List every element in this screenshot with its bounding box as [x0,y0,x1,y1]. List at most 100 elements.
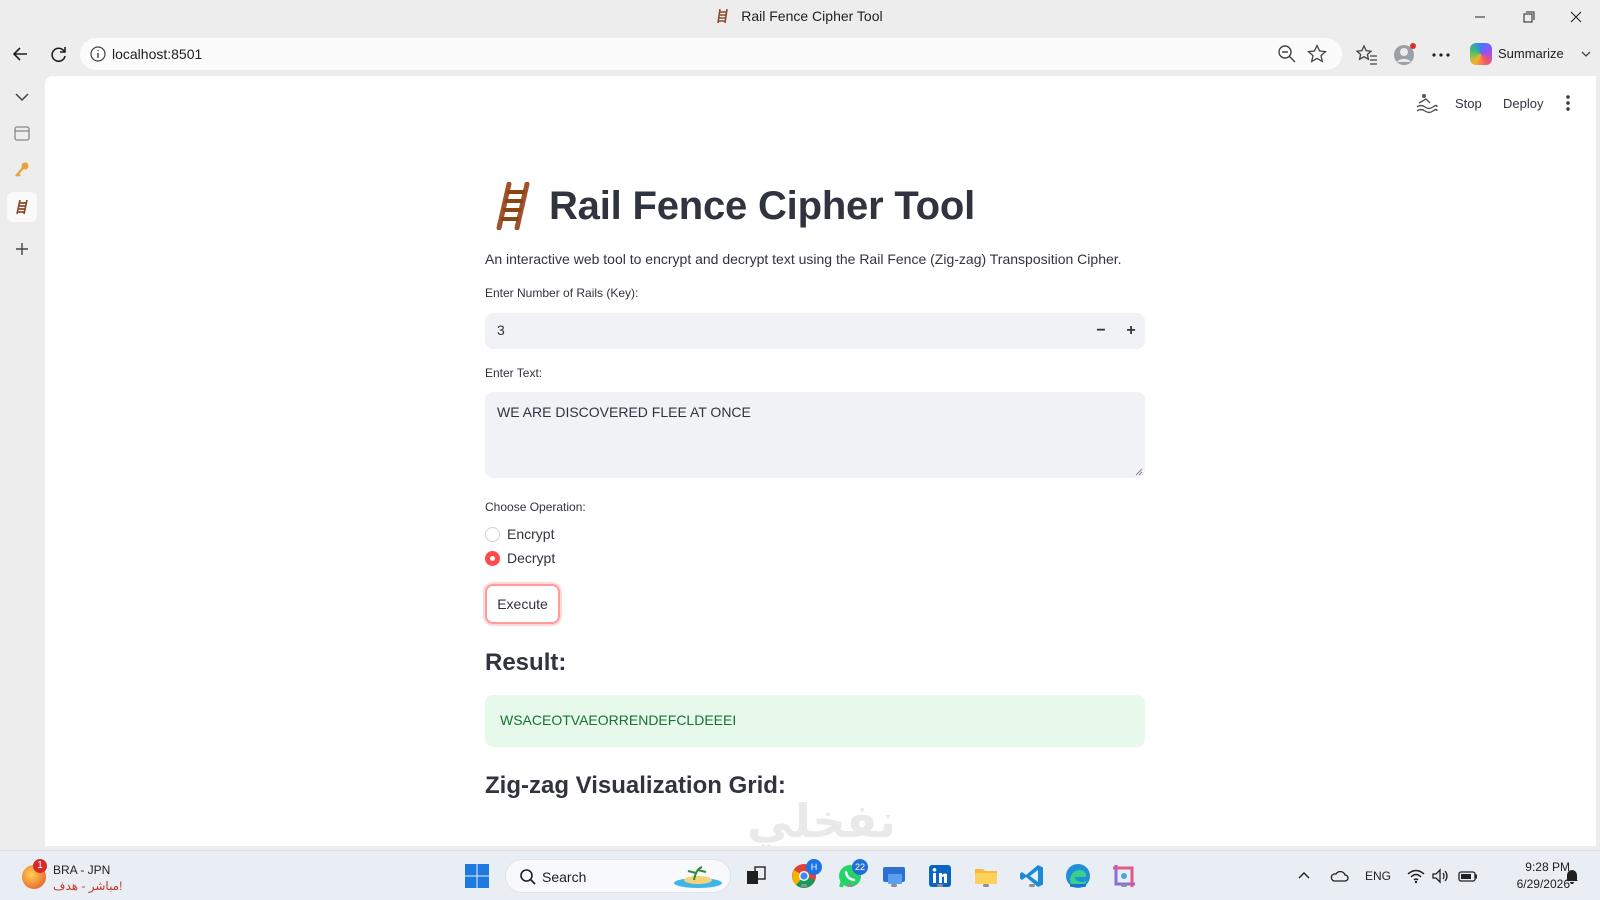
sidebar-collapse-button[interactable] [7,82,37,112]
key-icon [15,162,29,177]
info-icon[interactable] [88,44,108,64]
rails-input[interactable] [497,322,997,338]
streamlit-page: Stop Deploy Rail Fence Cipher Tool An in… [45,76,1596,846]
browser-toolbar: localhost:8501 Summarize [0,36,1600,72]
stop-button[interactable]: Stop [1455,96,1482,111]
active-indicator [1070,884,1086,887]
result-heading: Result: [485,649,567,676]
more-options-icon[interactable] [1428,42,1454,68]
summarize-button[interactable]: Summarize [1464,40,1596,68]
increment-button[interactable]: + [1119,319,1143,343]
news-subtitle: مباشر - هدف! [53,879,123,893]
radio-label[interactable]: Decrypt [507,550,555,566]
linkedin-app[interactable] [926,862,954,890]
page-description: An interactive web tool to encrypt and d… [485,251,1122,267]
volume-icon[interactable] [1430,866,1450,886]
minimize-button[interactable] [1467,6,1493,28]
chevron-up-icon[interactable] [1294,866,1314,886]
execute-button[interactable]: Execute [485,584,560,624]
whatsapp-unread-badge: 22 [851,859,868,875]
refresh-button[interactable] [45,40,73,68]
page-title: Rail Fence Cipher Tool [485,182,1145,232]
window-title: Rail Fence Cipher Tool [741,8,883,24]
main-menu-icon[interactable] [1557,92,1579,114]
running-indicator [983,884,989,887]
task-view-button[interactable] [742,862,770,890]
clock-time[interactable]: 9:28 PM [1500,860,1570,874]
copilot-icon [1470,43,1492,65]
taskbar: 1 BRA - JPN مباشر - هدف! Search H 22 ENG… [0,850,1600,900]
ladder-icon [496,182,530,230]
rails-label: Enter Number of Rails (Key): [485,286,639,300]
language-indicator[interactable]: ENG [1365,869,1391,883]
edge-app[interactable] [1064,862,1092,890]
radio-circle-selected[interactable] [485,551,500,566]
news-widget[interactable]: 1 BRA - JPN مباشر - هدف! [20,859,160,893]
task-view-icon [747,866,766,884]
news-title: BRA - JPN [53,863,111,877]
vscode-app[interactable] [1018,862,1046,890]
news-badge: 1 [33,859,47,873]
text-label: Enter Text: [485,366,543,380]
running-indicator [937,884,943,887]
running-indicator [1121,884,1127,887]
sidebar-item-key[interactable] [7,155,37,185]
sidebar-item-rail-fence[interactable] [7,192,37,222]
wifi-icon[interactable] [1406,866,1426,886]
watermark: نفخلي [747,794,896,846]
restore-button[interactable] [1515,6,1541,28]
snipping-tool-app[interactable] [1110,862,1138,890]
close-button[interactable] [1563,6,1589,28]
chevron-down-icon[interactable] [1578,46,1594,62]
remote-desktop-app[interactable] [880,862,908,890]
rails-number-input: − + [485,313,1145,349]
favorites-icon[interactable] [1354,42,1380,68]
text-area-container: WE ARE DISCOVERED FLEE AT ONCE [485,392,1145,478]
running-indicator [891,884,897,887]
ladder-icon [16,199,28,215]
calendar-icon [14,126,30,141]
running-indicator [801,884,807,887]
sidebar-add-button[interactable] [7,234,37,264]
clock-date[interactable]: 6/29/2026 [1496,877,1570,891]
notification-bell-icon[interactable] [1562,866,1582,886]
page-title-text: Rail Fence Cipher Tool [549,184,976,228]
chrome-app[interactable]: H [790,859,822,890]
favorite-star-icon[interactable] [1306,43,1328,65]
resize-grip-icon[interactable] [1133,466,1143,476]
file-explorer-app[interactable] [972,862,1000,890]
plus-icon [16,243,28,255]
ladder-icon [717,9,729,23]
back-button[interactable] [7,40,35,68]
result-text: WSACEOTVAEORRENDEFCLDEEEI [500,712,737,728]
search-label: Search [542,869,587,885]
visualization-heading: Zig-zag Visualization Grid: [485,772,786,799]
radio-circle[interactable] [485,527,500,542]
browser-sidebar [0,76,44,850]
taskbar-search[interactable]: Search [505,859,731,893]
search-icon [520,869,536,885]
profile-avatar-icon[interactable] [1392,42,1418,68]
running-status-icon [1416,94,1438,114]
running-indicator [847,884,853,887]
window-title-bar: Rail Fence Cipher Tool [0,0,1600,34]
zoom-out-icon[interactable] [1276,43,1298,65]
result-box: WSACEOTVAEORRENDEFCLDEEEI [485,695,1145,747]
battery-icon[interactable] [1458,866,1478,886]
deploy-button[interactable]: Deploy [1503,96,1543,111]
radio-label[interactable]: Encrypt [507,526,554,542]
whatsapp-app[interactable]: 22 [836,859,868,890]
url-text[interactable]: localhost:8501 [112,46,202,62]
chevron-down-icon [15,93,29,102]
text-input[interactable]: WE ARE DISCOVERED FLEE AT ONCE [497,404,1127,464]
onedrive-cloud-icon[interactable] [1329,866,1349,886]
sidebar-item-calendar[interactable] [7,118,37,148]
decrement-button[interactable]: − [1089,319,1113,343]
island-art-icon [674,866,722,888]
start-button[interactable] [463,862,491,890]
summarize-label: Summarize [1498,46,1564,61]
address-bar[interactable]: localhost:8501 [80,38,1342,70]
operation-label: Choose Operation: [485,500,586,514]
chrome-profile-badge: H [806,859,822,875]
windows-icon [465,864,489,888]
